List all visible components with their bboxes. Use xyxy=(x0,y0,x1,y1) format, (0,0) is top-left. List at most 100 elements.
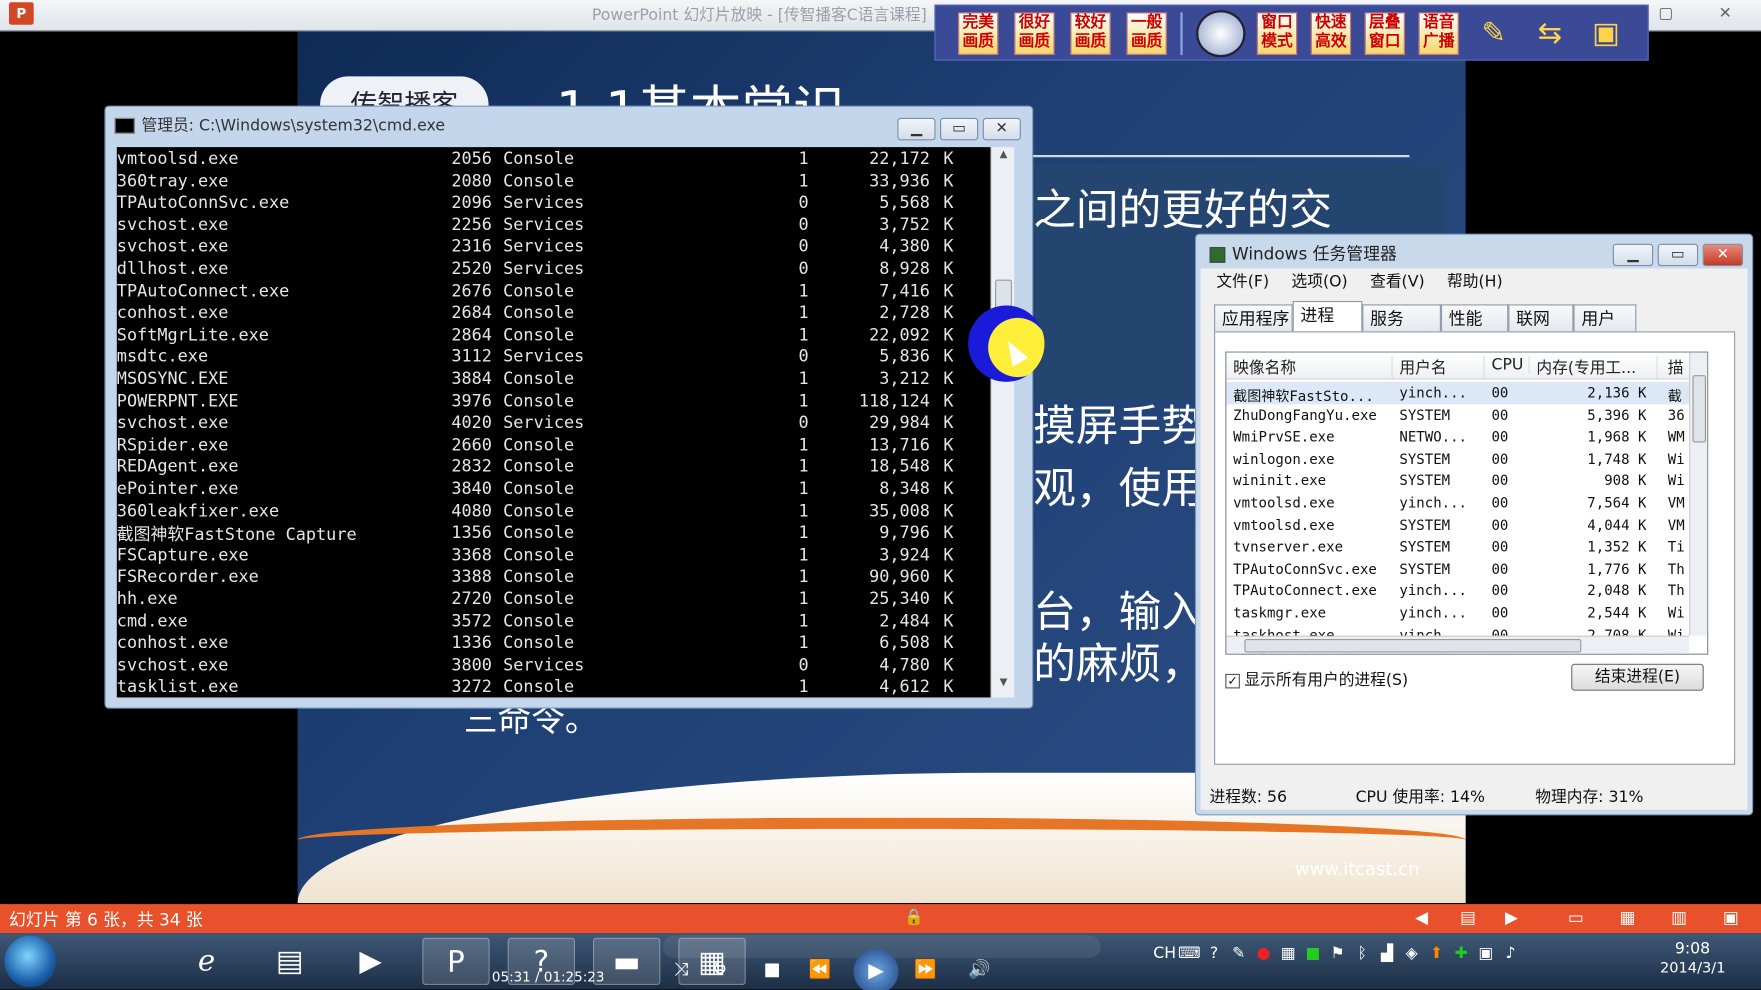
process-row[interactable]: TPAutoConnect.exe yinch... 00 2,048 K Th xyxy=(1226,580,1689,602)
checkbox-checked-icon[interactable]: ✓ xyxy=(1225,673,1240,688)
column-description[interactable]: 描 xyxy=(1668,356,1688,378)
maximize-button[interactable]: ▭ xyxy=(1657,243,1699,267)
fast-mode-button[interactable]: 快速高效 xyxy=(1310,12,1352,56)
quality-fair-button[interactable]: 较好画质 xyxy=(1070,12,1111,56)
file-explorer-icon[interactable]: ▤ xyxy=(256,938,323,985)
minimize-button[interactable]: ▁ xyxy=(897,117,936,141)
close-button[interactable]: ✕ xyxy=(982,117,1021,141)
cmd-scrollbar[interactable]: ▲ ▼ xyxy=(990,147,1016,698)
column-image-name[interactable]: 映像名称 xyxy=(1233,356,1393,379)
slideshow-icon[interactable]: ▣ xyxy=(1723,907,1739,927)
app-tray-icon[interactable]: ▣ xyxy=(1474,945,1499,963)
end-process-button[interactable]: 结束进程(E) xyxy=(1571,663,1704,691)
volume-icon[interactable]: ♪ xyxy=(1498,945,1523,963)
column-memory[interactable]: 内存(专用工... xyxy=(1536,356,1658,379)
scroll-thumb[interactable] xyxy=(1692,375,1706,443)
close-button[interactable]: ✕ xyxy=(1702,243,1744,267)
quality-perfect-button[interactable]: 完美画质 xyxy=(958,12,999,56)
show-all-users-label: 显示所有用户的进程(S) xyxy=(1244,671,1409,690)
internet-explorer-icon[interactable]: ℯ xyxy=(173,938,240,985)
cpu-usage: 00 xyxy=(1491,406,1509,423)
process-row[interactable]: tvnserver.exe SYSTEM 00 1,352 K Ti xyxy=(1226,536,1689,558)
tab-users[interactable]: 用户 xyxy=(1573,304,1637,332)
pid: 2832 xyxy=(451,456,492,477)
next-slide-icon[interactable]: ▶ xyxy=(1505,907,1518,927)
process-list-vscroll[interactable] xyxy=(1689,352,1708,636)
powerpoint-taskbar-icon[interactable]: P xyxy=(422,937,490,985)
process-row[interactable]: ZhuDongFangYu.exe SYSTEM 00 5,396 K 36 xyxy=(1226,404,1689,426)
scroll-down-icon[interactable]: ▼ xyxy=(992,677,1016,695)
scroll-thumb[interactable] xyxy=(1244,639,1582,653)
cmd-title-bar[interactable]: 管理员: C:\Windows\system32\cmd.exe xyxy=(114,113,1013,140)
process-row[interactable]: wininit.exe SYSTEM 00 908 K Wi xyxy=(1226,470,1689,492)
network-icon[interactable]: ▟ xyxy=(1375,945,1400,963)
bluetooth-icon[interactable]: ᛒ xyxy=(1350,945,1375,963)
tab-services[interactable]: 服务 xyxy=(1362,304,1441,332)
volume-icon[interactable]: 🔊 xyxy=(968,958,990,979)
session-name: Services xyxy=(503,654,585,675)
task-manager-title-bar[interactable]: Windows 任务管理器 xyxy=(1209,241,1397,265)
tab-performance[interactable]: 性能 xyxy=(1440,304,1509,332)
quality-good-button[interactable]: 很好画质 xyxy=(1014,12,1055,56)
security-icon[interactable]: ◈ xyxy=(1399,945,1424,963)
process-list-hscroll[interactable] xyxy=(1226,635,1690,654)
menu-view[interactable]: 查看(V) xyxy=(1370,268,1424,295)
app-tray-icon[interactable]: ■ xyxy=(1301,945,1326,963)
slide-sorter-icon[interactable]: ▦ xyxy=(1620,907,1636,927)
clock[interactable]: 9:08 2014/3/1 xyxy=(1660,940,1726,977)
menu-file[interactable]: 文件(F) xyxy=(1216,268,1269,295)
screen-switch-icon[interactable]: ⇆ xyxy=(1529,12,1572,55)
process-row[interactable]: 截图神软FastSto... yinch... 00 2,136 K 截 xyxy=(1226,381,1690,404)
process-row[interactable]: vmtoolsd.exe SYSTEM 00 4,044 K VM xyxy=(1226,514,1689,536)
cpu-usage: 00 xyxy=(1491,494,1509,512)
process-row[interactable]: winlogon.exe SYSTEM 00 1,748 K Wi xyxy=(1226,448,1689,470)
language-indicator[interactable]: CH xyxy=(1152,945,1177,963)
360-icon[interactable]: ✚ xyxy=(1449,945,1474,963)
cmd-console-output[interactable]: vmtoolsd.exe 2056 Console 1 22,172 K 360tray.e… xyxy=(116,147,991,698)
minimize-button[interactable]: ▁ xyxy=(1612,243,1654,267)
stop-icon[interactable]: ■ xyxy=(764,958,781,979)
shuffle-icon[interactable]: ⤨ xyxy=(674,958,688,980)
tab-networking[interactable]: 联网 xyxy=(1508,304,1574,332)
process-row[interactable]: vmtoolsd.exe yinch... 00 7,564 K VM xyxy=(1226,492,1689,514)
cpu-usage: 00 xyxy=(1491,560,1509,578)
column-cpu[interactable]: CPU xyxy=(1491,356,1530,374)
process-row[interactable]: WmiPrvSE.exe NETWO... 00 1,968 K WM xyxy=(1226,426,1689,448)
session-number: 1 xyxy=(798,478,809,499)
pen-icon[interactable]: ✎ xyxy=(1226,945,1251,963)
show-all-users-checkbox[interactable]: ✓ 显示所有用户的进程(S) xyxy=(1225,668,1408,690)
cascade-window-button[interactable]: 层叠窗口 xyxy=(1364,12,1405,56)
pen-tool-icon[interactable]: ✎ xyxy=(1472,12,1515,55)
menu-help[interactable]: 帮助(H) xyxy=(1447,268,1503,295)
scroll-up-icon[interactable]: ▲ xyxy=(992,149,1016,167)
rewind-icon[interactable]: ⏪ xyxy=(809,958,831,979)
broadcast-disc-icon[interactable] xyxy=(1196,10,1246,58)
keyboard-icon[interactable]: ⌨ xyxy=(1177,945,1202,963)
help-icon[interactable]: ? xyxy=(1202,945,1227,963)
repeat-icon[interactable]: ↻ xyxy=(712,958,727,979)
media-player-icon[interactable]: ▶ xyxy=(337,938,404,985)
record-icon[interactable]: ● xyxy=(1251,945,1276,963)
tab-applications[interactable]: 应用程序 xyxy=(1214,304,1293,332)
process-row[interactable]: taskmgr.exe yinch... 00 2,544 K Wi xyxy=(1226,602,1689,624)
board-tool-icon[interactable]: ▣ xyxy=(1585,12,1628,55)
reading-view-icon[interactable]: ▥ xyxy=(1671,907,1687,927)
quality-normal-button[interactable]: 一般画质 xyxy=(1126,12,1167,56)
start-button[interactable] xyxy=(4,935,57,988)
column-user-name[interactable]: 用户名 xyxy=(1399,356,1485,379)
voice-broadcast-button[interactable]: 语音广播 xyxy=(1418,12,1459,56)
flag-icon[interactable]: ⚑ xyxy=(1325,945,1350,963)
update-icon[interactable]: ⬆ xyxy=(1424,945,1449,963)
maximize-button[interactable]: ▭ xyxy=(940,117,979,141)
tab-processes[interactable]: 进程 xyxy=(1292,300,1363,333)
process-list[interactable]: 映像名称 用户名 CPU 内存(专用工... 描 截图神软FastSto... y… xyxy=(1225,351,1709,655)
play-button[interactable]: ▶ xyxy=(853,949,899,990)
menu-options[interactable]: 选项(O) xyxy=(1292,268,1348,295)
fast-forward-icon[interactable]: ⏩ xyxy=(914,958,936,979)
process-row[interactable]: TPAutoConnSvc.exe SYSTEM 00 1,776 K Th xyxy=(1226,558,1689,580)
window-mode-button[interactable]: 窗口模式 xyxy=(1256,12,1298,56)
normal-view-icon[interactable]: ▭ xyxy=(1568,907,1584,927)
notes-icon[interactable]: ▤ xyxy=(1460,907,1476,927)
previous-slide-icon[interactable]: ◀ xyxy=(1415,907,1428,927)
app-tray-icon[interactable]: ▦ xyxy=(1276,945,1301,963)
